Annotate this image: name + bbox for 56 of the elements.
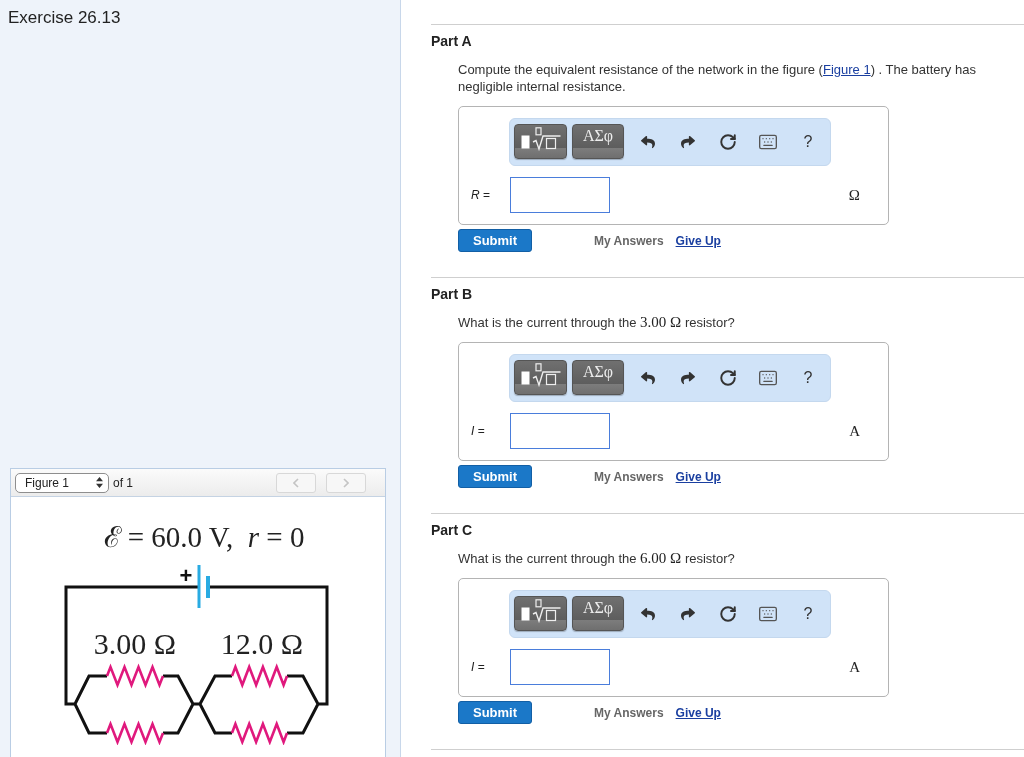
square-root-template-icon: [520, 599, 561, 623]
square-root-template-icon: [520, 127, 561, 151]
help-button[interactable]: ?: [788, 124, 828, 159]
figure-count: of 1: [113, 475, 133, 490]
part-title: Part C: [431, 522, 474, 539]
my-answers-link[interactable]: My Answers: [594, 233, 664, 248]
undo-icon: [641, 606, 655, 621]
my-answers-link[interactable]: My Answers: [594, 469, 664, 484]
figure-select[interactable]: Figure 1: [15, 472, 109, 493]
variable-label: R =: [471, 188, 491, 202]
greek-symbols-button[interactable]: ΑΣφ: [572, 360, 624, 395]
question-text: Compute the equivalent resistance of the network in the figure (Figure 1) . The battery has negligible internal resistance.: [458, 61, 977, 95]
unit-label: Ω: [848, 186, 860, 204]
give-up-link[interactable]: Give Up: [675, 469, 721, 484]
part-title: Part A: [431, 33, 473, 50]
submit-button[interactable]: Submit: [458, 701, 532, 724]
figure-link[interactable]: Figure 1: [822, 62, 871, 77]
answer-input[interactable]: [510, 649, 610, 685]
unit-label: A: [849, 658, 860, 676]
resistance-label: 12.0 Ω: [220, 627, 304, 660]
greek-symbols-button[interactable]: ΑΣφ: [572, 124, 624, 159]
question-text: What is the current through the 6.00 Ω resistor?: [458, 550, 735, 567]
emf-equation: ℰ = 60.0 V, r = 0: [103, 520, 305, 555]
answer-input[interactable]: [510, 177, 610, 213]
greek-symbols-button[interactable]: ΑΣφ: [572, 596, 624, 631]
variable-label: I =: [471, 660, 486, 674]
answer-input[interactable]: [510, 413, 610, 449]
submit-button[interactable]: Submit: [458, 465, 532, 488]
undo-icon: [641, 134, 655, 149]
up-down-arrows-icon: [96, 477, 103, 488]
part-title: Part B: [431, 286, 474, 303]
exercise-title: Exercise 26.13: [8, 8, 121, 28]
template-button[interactable]: [514, 360, 567, 395]
help-button[interactable]: ?: [788, 596, 828, 631]
give-up-link[interactable]: Give Up: [675, 233, 721, 248]
reset-icon: [719, 132, 737, 151]
chevron-left-icon: [293, 477, 299, 488]
redo-icon: [681, 606, 695, 621]
give-up-link[interactable]: Give Up: [675, 705, 721, 720]
template-button[interactable]: [514, 596, 567, 631]
undo-icon: [641, 370, 655, 385]
square-root-template-icon: [520, 363, 561, 387]
variable-label: I =: [471, 424, 486, 438]
chevron-right-icon: [343, 477, 349, 488]
unit-label: A: [849, 422, 860, 440]
plus-sign: +: [179, 563, 193, 588]
template-button[interactable]: [514, 124, 567, 159]
submit-button[interactable]: Submit: [458, 229, 532, 252]
redo-icon: [681, 370, 695, 385]
reset-icon: [719, 604, 737, 623]
question-text: What is the current through the 3.00 Ω resistor?: [458, 314, 735, 331]
redo-icon: [681, 134, 695, 149]
reset-icon: [719, 368, 737, 387]
my-answers-link[interactable]: My Answers: [594, 705, 664, 720]
help-button[interactable]: ?: [788, 360, 828, 395]
resistance-label: 3.00 Ω: [93, 627, 177, 660]
